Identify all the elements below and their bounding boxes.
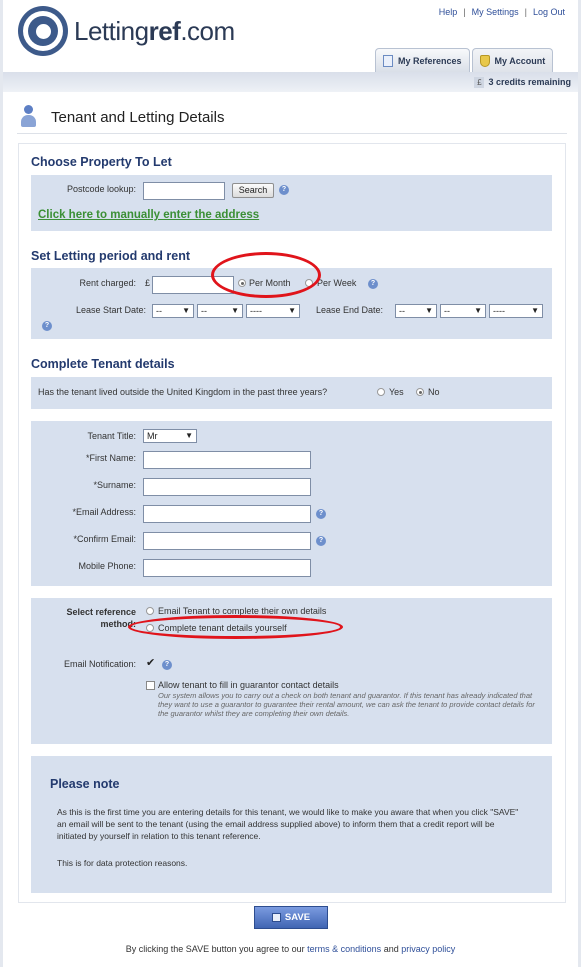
lease-end-month-select[interactable]: -- ▼ xyxy=(440,304,486,318)
postcode-input[interactable] xyxy=(143,182,225,200)
tab-my-references[interactable]: My References xyxy=(375,48,470,72)
postcode-label: Postcode lookup: xyxy=(66,184,136,194)
logo-text: Lettingref.com xyxy=(74,15,235,46)
manual-address-link[interactable]: Click here to manually enter the address xyxy=(38,209,259,221)
lease-end-label: Lease End Date: xyxy=(315,305,383,315)
tab-my-account[interactable]: My Account xyxy=(471,48,554,72)
my-settings-link[interactable]: My Settings xyxy=(472,7,519,17)
email-notification-checkbox[interactable]: ✔ xyxy=(146,658,155,669)
help-icon[interactable]: ? xyxy=(316,509,326,519)
please-note-paragraph: As this is the first time you are enteri… xyxy=(57,807,519,841)
top-links: Help | My Settings | Log Out xyxy=(438,7,565,17)
please-note-title: Please note xyxy=(50,777,120,791)
section-title-letting: Set Letting period and rent xyxy=(31,249,191,263)
help-icon[interactable]: ? xyxy=(368,279,378,289)
main-tabs: My References My Account xyxy=(375,48,555,72)
help-icon[interactable]: ? xyxy=(316,536,326,546)
first-name-input[interactable] xyxy=(143,451,311,469)
surname-input[interactable] xyxy=(143,478,311,496)
reference-method-label: Select reference method: xyxy=(66,607,136,629)
first-name-label: *First Name: xyxy=(85,453,136,463)
email-tenant-option-label: Email Tenant to complete their own detai… xyxy=(158,606,327,616)
chevron-down-icon: ▼ xyxy=(425,306,433,315)
confirm-email-label: *Confirm Email: xyxy=(73,534,136,544)
tenant-title-label: Tenant Title: xyxy=(87,431,136,441)
help-link[interactable]: Help xyxy=(439,7,458,17)
search-button[interactable]: Search xyxy=(232,183,274,198)
no-label: No xyxy=(428,387,440,397)
terms-link[interactable]: terms & conditions xyxy=(307,944,381,954)
complete-yourself-radio[interactable] xyxy=(146,624,154,632)
pound-icon: £ xyxy=(474,77,485,88)
outside-uk-no-radio[interactable] xyxy=(416,388,424,396)
data-protection-note: This is for data protection reasons. xyxy=(57,858,188,868)
guarantor-note: Our system allows you to carry out a che… xyxy=(158,691,535,718)
tenant-title-select[interactable]: Mr ▼ xyxy=(143,429,197,443)
email-notification-label: Email Notification: xyxy=(63,659,136,669)
email-label: *Email Address: xyxy=(72,507,136,517)
document-icon xyxy=(383,54,393,67)
guarantor-label: Allow tenant to fill in guarantor contac… xyxy=(158,680,339,690)
per-month-label: Per Month xyxy=(249,278,291,288)
lease-start-label: Lease Start Date: xyxy=(75,305,146,315)
page-header: Tenant and Letting Details xyxy=(17,104,224,130)
complete-yourself-option-label: Complete tenant details yourself xyxy=(158,623,287,633)
person-icon xyxy=(17,104,39,130)
page-title: Tenant and Letting Details xyxy=(51,108,225,126)
section-title-property: Choose Property To Let xyxy=(31,155,172,169)
site-logo[interactable]: Lettingref.com xyxy=(18,6,235,56)
privacy-link[interactable]: privacy policy xyxy=(401,944,455,954)
footer: By clicking the SAVE button you agree to… xyxy=(125,944,456,954)
chevron-down-icon: ▼ xyxy=(231,306,239,315)
mobile-phone-input[interactable] xyxy=(143,559,311,577)
section-title-tenant: Complete Tenant details xyxy=(31,357,175,371)
currency-symbol: £ xyxy=(145,278,151,288)
rent-input[interactable] xyxy=(152,276,234,294)
confirm-email-input[interactable] xyxy=(143,532,311,550)
help-icon[interactable]: ? xyxy=(42,321,52,331)
chevron-down-icon: ▼ xyxy=(288,306,296,315)
outside-uk-yes-radio[interactable] xyxy=(377,388,385,396)
lease-start-year-select[interactable]: ---- ▼ xyxy=(246,304,300,318)
rent-label: Rent charged: xyxy=(79,278,136,288)
help-icon[interactable]: ? xyxy=(279,185,289,195)
chevron-down-icon: ▼ xyxy=(185,431,193,440)
floppy-disk-icon xyxy=(271,913,281,922)
padlock-icon xyxy=(479,54,490,67)
target-logo-icon xyxy=(18,6,68,56)
chevron-down-icon: ▼ xyxy=(182,306,190,315)
lease-start-month-select[interactable]: -- ▼ xyxy=(197,304,243,318)
lease-end-year-select[interactable]: ---- ▼ xyxy=(489,304,543,318)
email-input[interactable] xyxy=(143,505,311,523)
surname-label: *Surname: xyxy=(93,480,136,490)
logout-link[interactable]: Log Out xyxy=(533,7,565,17)
save-button[interactable]: SAVE xyxy=(254,906,328,929)
divider xyxy=(17,133,567,134)
email-tenant-radio[interactable] xyxy=(146,607,154,615)
per-month-radio[interactable] xyxy=(238,279,246,287)
lease-end-day-select[interactable]: -- ▼ xyxy=(395,304,437,318)
lease-start-day-select[interactable]: -- ▼ xyxy=(152,304,194,318)
credits-remaining: £3 credits remaining xyxy=(474,77,571,88)
per-week-radio[interactable] xyxy=(305,279,313,287)
help-icon[interactable]: ? xyxy=(162,660,172,670)
per-week-label: Per Week xyxy=(317,278,357,288)
chevron-down-icon: ▼ xyxy=(474,306,482,315)
yes-label: Yes xyxy=(389,387,404,397)
mobile-phone-label: Mobile Phone: xyxy=(78,561,136,571)
outside-uk-question: Has the tenant lived outside the United … xyxy=(38,387,328,397)
guarantor-checkbox[interactable] xyxy=(146,681,155,690)
chevron-down-icon: ▼ xyxy=(531,306,539,315)
